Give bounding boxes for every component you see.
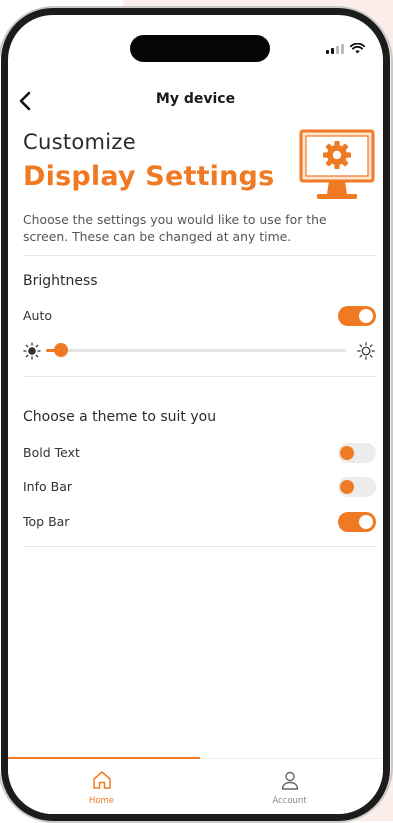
home-indicator xyxy=(129,815,263,820)
sun-bright-icon xyxy=(357,342,375,360)
info-bar-toggle[interactable] xyxy=(338,477,376,497)
tab-home[interactable]: Home xyxy=(8,759,195,814)
theme-option-label-bold-text: Bold Text xyxy=(23,445,80,460)
bottom-tab-bar: Home Account xyxy=(8,757,383,814)
theme-heading: Choose a theme to suit you xyxy=(23,409,217,425)
bold-text-toggle[interactable] xyxy=(338,443,376,463)
top-bar-toggle[interactable] xyxy=(338,512,376,532)
auto-brightness-label: Auto xyxy=(23,308,53,323)
cellular-signal-icon xyxy=(326,44,344,54)
hero-title: Display Settings xyxy=(23,161,275,192)
divider xyxy=(23,255,376,256)
theme-option-label-top-bar: Top Bar xyxy=(23,514,70,529)
toggle-knob xyxy=(340,480,354,494)
theme-option-label-info-bar: Info Bar xyxy=(23,479,73,494)
tab-account-label: Account xyxy=(272,796,307,806)
brightness-slider-thumb[interactable] xyxy=(54,343,68,357)
divider xyxy=(23,546,376,547)
top-navigation-bar: My device xyxy=(8,85,383,119)
monitor-gear-icon xyxy=(299,129,375,199)
auto-brightness-toggle[interactable] xyxy=(338,306,376,326)
user-icon xyxy=(281,771,298,790)
brightness-heading: Brightness xyxy=(23,273,98,289)
phone-screen: My device Customize Display Settings Cho… xyxy=(1,8,390,821)
toggle-knob xyxy=(359,309,373,323)
hero-description: Choose the settings you would like to us… xyxy=(23,212,327,244)
home-icon xyxy=(92,771,111,789)
status-bar-icons xyxy=(326,43,365,54)
tab-account[interactable]: Account xyxy=(196,759,383,814)
toggle-knob xyxy=(359,515,373,529)
tab-home-label: Home xyxy=(88,796,115,806)
divider xyxy=(23,376,376,377)
wifi-icon xyxy=(350,43,365,54)
brightness-slider[interactable] xyxy=(46,343,346,357)
hero-kicker: Customize xyxy=(23,130,136,154)
dynamic-island xyxy=(130,35,270,62)
page-title: My device xyxy=(155,91,236,107)
sun-dim-icon xyxy=(23,342,41,360)
toggle-knob xyxy=(340,446,354,460)
